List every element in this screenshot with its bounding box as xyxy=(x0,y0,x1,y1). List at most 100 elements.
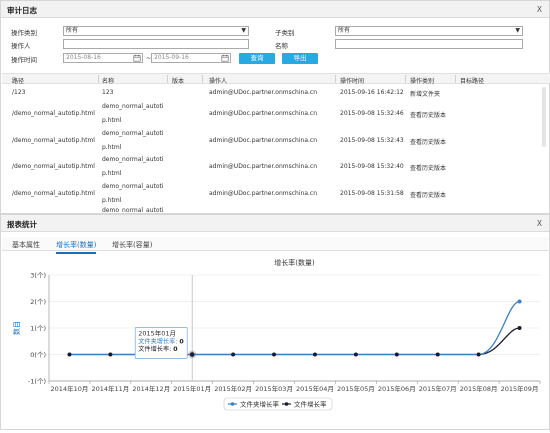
y-tick-label: 3(个) xyxy=(30,272,46,280)
name-label: 名称 xyxy=(275,42,288,50)
column-divider xyxy=(167,75,168,83)
col-type[interactable]: 操作类别 xyxy=(410,76,434,85)
column-divider xyxy=(202,75,203,83)
col-version[interactable]: 版本 xyxy=(172,76,184,85)
col-time[interactable]: 操作时间 xyxy=(340,76,364,85)
x-tick-label: 2015年01月 xyxy=(173,384,211,393)
sub-type-select[interactable]: 所有 ▼ xyxy=(335,26,523,36)
cell-time: 2015-09-08 15:31:58 xyxy=(340,190,404,197)
column-divider xyxy=(98,75,99,83)
cell-name: 123 xyxy=(102,89,114,96)
name-input[interactable] xyxy=(335,39,523,49)
cell-path: /demo_normal_autotip.html xyxy=(12,163,95,170)
date-from-input[interactable]: 2015-08-16 xyxy=(63,53,143,63)
table-row[interactable]: /demo_normal_autotip.html demo_normal_au… xyxy=(2,129,532,155)
scrollbar[interactable] xyxy=(542,87,546,147)
cell-name: demo_normal_autoti xyxy=(102,207,164,213)
column-divider xyxy=(405,75,406,83)
cell-path: /123 xyxy=(12,89,26,96)
x-tick-label: 2015年06月 xyxy=(378,384,416,393)
legend-swatch-dot xyxy=(230,402,235,406)
chart-title: 增长率(数量) xyxy=(274,258,315,267)
data-point xyxy=(67,352,72,357)
operator-input[interactable] xyxy=(63,39,249,49)
sub-type-value: 所有 xyxy=(338,27,351,34)
growth-chart: 增长率(数量) -1(个) 0(个) 1(个) 2(个) 3(个) 数目 2014年10月 20… xyxy=(2,253,548,431)
col-operator[interactable]: 操作人 xyxy=(209,76,227,85)
y-tick-label: -1(个) xyxy=(28,378,46,386)
data-point xyxy=(231,352,236,357)
report-close-button[interactable]: X xyxy=(537,219,542,228)
query-button[interactable]: 查询 xyxy=(239,53,275,64)
op-type-value: 所有 xyxy=(66,27,79,34)
cell-time: 2015-09-08 15:32:43 xyxy=(340,137,404,144)
table-row[interactable]: /demo_normal_autotip.html demo_normal_au… xyxy=(2,155,532,181)
audit-log-panel: 审计日志 X 操作类别 所有 ▼ 子类别 所有 ▼ 操作人 名称 操作时间 20… xyxy=(0,0,550,214)
cell-name: demo_normal_autoti xyxy=(102,183,164,190)
date-to-input[interactable]: 2015-09-16 xyxy=(151,53,231,63)
x-tick-label: 2015年08月 xyxy=(460,384,498,393)
cell-type: 查看历史版本 xyxy=(410,112,447,119)
legend-swatch-dot xyxy=(284,402,289,406)
audit-table-body: /123 123 admin@UDoc.partner.onmschina.cn… xyxy=(2,85,550,213)
tooltip-title: 2015年01月 xyxy=(138,329,176,338)
op-type-select[interactable]: 所有 ▼ xyxy=(63,26,249,36)
x-tick-label: 2015年02月 xyxy=(214,384,252,393)
cell-time: 2015-09-16 16:42:12 xyxy=(340,89,404,96)
cell-name-cont: p.html xyxy=(102,144,122,151)
date-from-value: 2015-08-16 xyxy=(66,54,101,61)
tab-growth-count[interactable]: 增长率(数量) xyxy=(56,240,97,254)
export-button[interactable]: 导出 xyxy=(282,53,318,64)
table-row[interactable]: /demo_normal_autotip.html demo_normal_au… xyxy=(2,181,532,207)
y-axis-label: 数目 xyxy=(12,321,21,335)
data-point xyxy=(476,352,481,357)
data-point xyxy=(435,352,440,357)
cell-time: 2015-09-08 15:32:46 xyxy=(340,110,404,117)
calendar-icon[interactable] xyxy=(133,54,141,62)
x-tick-label: 2014年11月 xyxy=(91,384,129,393)
tooltip-line: 文件增长率: 0 xyxy=(138,345,178,353)
cell-type: 查看历史版本 xyxy=(410,192,447,199)
y-tick-label: 0(个) xyxy=(30,351,46,359)
tab-basic-properties[interactable]: 基本属性 xyxy=(12,240,40,250)
cell-name-cont: p.html xyxy=(102,197,122,204)
report-tabs: 基本属性 增长率(数量) 增长率(容量) xyxy=(2,237,548,254)
table-row[interactable]: demo_normal_autoti xyxy=(2,207,532,213)
x-tick-label: 2015年04月 xyxy=(296,384,334,393)
tab-growth-capacity[interactable]: 增长率(容量) xyxy=(112,240,152,250)
cell-name: demo_normal_autoti xyxy=(102,156,164,163)
tooltip-value: 0 xyxy=(173,346,178,353)
x-tick-label: 2015年07月 xyxy=(419,384,457,393)
cell-type: 查看历史版本 xyxy=(410,165,447,172)
cell-time: 2015-09-08 15:32:40 xyxy=(340,163,404,170)
column-divider xyxy=(335,75,336,83)
sub-type-label: 子类别 xyxy=(275,29,295,37)
cell-operator: admin@UDoc.partner.onmschina.cn xyxy=(209,190,318,197)
cell-name-cont: p.html xyxy=(102,117,122,124)
audit-close-button[interactable]: X xyxy=(537,5,542,14)
cell-operator: admin@UDoc.partner.onmschina.cn xyxy=(209,89,318,96)
x-tick-label: 2015年05月 xyxy=(337,384,375,393)
table-row[interactable]: /demo_normal_autotip.html demo_normal_au… xyxy=(2,103,532,129)
legend-label[interactable]: 文件夹增长率 xyxy=(240,400,280,409)
chevron-down-icon: ▼ xyxy=(515,27,520,34)
data-point xyxy=(108,352,113,357)
x-tick-label: 2014年12月 xyxy=(132,384,170,393)
col-target[interactable]: 目标路径 xyxy=(460,76,484,85)
report-header: 报表统计 X xyxy=(1,215,549,232)
calendar-icon[interactable] xyxy=(221,54,229,62)
growth-chart-svg: 增长率(数量)-1(个)0(个)1(个)2(个)3(个)数目2014年10月 20… xyxy=(12,258,541,411)
report-panel: 报表统计 X 基本属性 增长率(数量) 增长率(容量) 增长率(数量) -1(个)… xyxy=(0,214,550,430)
tooltip-line: 文件夹增长率: 0 xyxy=(138,338,184,346)
data-point xyxy=(517,299,522,304)
x-tick-label: 2015年03月 xyxy=(255,384,293,393)
col-path[interactable]: 路径 xyxy=(12,76,24,85)
data-point xyxy=(272,352,277,357)
legend-label[interactable]: 文件增长率 xyxy=(294,400,327,409)
cell-path: /demo_normal_autotip.html xyxy=(12,137,95,144)
operator-label: 操作人 xyxy=(11,42,31,50)
cell-name-cont: p.html xyxy=(102,170,122,177)
col-name[interactable]: 名称 xyxy=(102,76,114,85)
column-divider xyxy=(455,75,456,83)
date-to-value: 2015-09-16 xyxy=(154,54,189,61)
